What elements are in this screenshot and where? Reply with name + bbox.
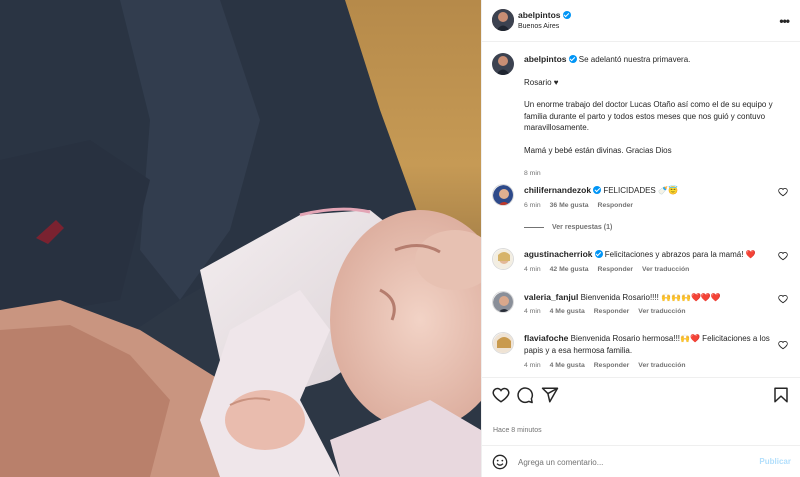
publish-button[interactable]: Publicar xyxy=(759,457,791,466)
verified-badge-icon xyxy=(562,11,571,19)
like-comment-heart-icon[interactable] xyxy=(778,340,788,350)
verified-badge-icon xyxy=(594,250,603,258)
author-avatar[interactable] xyxy=(492,9,514,31)
avatar-image xyxy=(492,9,514,31)
post-photo[interactable] xyxy=(0,0,481,477)
newborn-photo-image xyxy=(0,0,481,477)
posted-time: Hace 8 minutos xyxy=(493,427,542,434)
avatar-image xyxy=(492,53,514,75)
avatar-image xyxy=(493,333,513,353)
verified-badge-icon xyxy=(593,186,602,194)
comment-input[interactable] xyxy=(518,454,738,470)
heart-icon[interactable] xyxy=(492,386,510,404)
avatar-image xyxy=(493,292,513,312)
reply-button[interactable]: Responder xyxy=(594,308,630,315)
caption-text: abelpintos Se adelantó nuestra primavera… xyxy=(524,54,774,156)
comment-body: Bienvenida Rosario!!!! 🙌🙌🙌❤️❤️❤️ xyxy=(580,293,721,302)
caption-username[interactable]: abelpintos xyxy=(524,54,567,64)
like-comment-heart-icon[interactable] xyxy=(778,294,788,304)
more-horizontal-icon[interactable]: ••• xyxy=(779,14,790,28)
commenter-avatar[interactable] xyxy=(492,291,514,313)
post-location[interactable]: Buenos Aires xyxy=(518,23,559,30)
comment-icon[interactable] xyxy=(516,386,534,404)
like-comment-heart-icon[interactable] xyxy=(778,251,788,261)
translate-button[interactable]: Ver traducción xyxy=(638,362,685,369)
caption-line-4: Mamá y bebé están divinas. Gracias Dios xyxy=(524,145,672,155)
caption-line-3: Un enorme trabajo del doctor Lucas Otaño… xyxy=(524,100,773,132)
avatar-image xyxy=(493,185,513,205)
translate-button[interactable]: Ver traducción xyxy=(638,308,685,315)
comment-time: 6 min xyxy=(524,202,541,209)
comment-time: 4 min xyxy=(524,308,541,315)
comment-item: flaviafoche Bienvenida Rosario hermosa!!… xyxy=(492,332,792,376)
comment-body: FELICIDADES 🍼😇 xyxy=(603,186,678,195)
caption-line-2: Rosario ♥ xyxy=(524,77,559,87)
comment-likes[interactable]: 4 Me gusta xyxy=(550,362,585,369)
like-comment-heart-icon[interactable] xyxy=(778,187,788,197)
post-side-panel: abelpintos Buenos Aires ••• abelpintos S… xyxy=(481,0,800,477)
commenter-avatar[interactable] xyxy=(492,332,514,354)
view-replies-button[interactable]: Ver respuestas (1) xyxy=(524,224,612,231)
commenter-username[interactable]: agustinacherriok xyxy=(524,249,593,259)
comment-likes[interactable]: 4 Me gusta xyxy=(550,308,585,315)
caption-time: 8 min xyxy=(524,170,541,177)
reply-button[interactable]: Responder xyxy=(598,266,634,273)
commenter-avatar[interactable] xyxy=(492,184,514,206)
commenter-avatar[interactable] xyxy=(492,248,514,270)
author-name-row: abelpintos xyxy=(518,10,571,20)
bookmark-icon[interactable] xyxy=(772,386,790,404)
replies-divider xyxy=(524,226,544,228)
comment-text: valeria_fanjul Bienvenida Rosario!!!! 🙌🙌… xyxy=(524,292,774,304)
comment-meta: 6 min 36 Me gusta Responder xyxy=(524,202,642,209)
comment-text: agustinacherriok Felicitaciones y abrazo… xyxy=(524,249,774,261)
emoji-icon[interactable] xyxy=(492,454,508,470)
view-replies-label: Ver respuestas (1) xyxy=(552,224,613,231)
share-icon[interactable] xyxy=(541,386,559,404)
comment-likes[interactable]: 42 Me gusta xyxy=(550,266,589,273)
reply-button[interactable]: Responder xyxy=(598,202,634,209)
comment-meta: 4 min 42 Me gusta Responder Ver traducción xyxy=(524,266,698,273)
comment-time: 4 min xyxy=(524,362,541,369)
translate-button[interactable]: Ver traducción xyxy=(642,266,689,273)
add-comment-bar: Publicar xyxy=(482,445,800,477)
comment-time: 4 min xyxy=(524,266,541,273)
commenter-username[interactable]: valeria_fanjul xyxy=(524,292,578,302)
post-actions-bar: Hace 8 minutos xyxy=(482,377,800,445)
comment-item: agustinacherriok Felicitaciones y abrazo… xyxy=(492,248,792,288)
commenter-username[interactable]: flaviafoche xyxy=(524,333,568,343)
comment-likes[interactable]: 36 Me gusta xyxy=(550,202,589,209)
post-header: abelpintos Buenos Aires ••• xyxy=(482,0,800,42)
verified-badge-icon xyxy=(568,55,577,63)
caption-avatar[interactable] xyxy=(492,53,514,75)
comment-meta: 4 min 4 Me gusta Responder Ver traducción xyxy=(524,308,695,315)
comment-body: Felicitaciones y abrazos para la mamá! ❤… xyxy=(604,250,756,259)
comment-item: chilifernandezok FELICIDADES 🍼😇 6 min 36 … xyxy=(492,184,792,224)
comment-item: valeria_fanjul Bienvenida Rosario!!!! 🙌🙌… xyxy=(492,291,792,331)
avatar-image xyxy=(493,249,513,269)
comment-meta: 4 min 4 Me gusta Responder Ver traducción xyxy=(524,362,695,369)
commenter-username[interactable]: chilifernandezok xyxy=(524,185,591,195)
comment-text: chilifernandezok FELICIDADES 🍼😇 xyxy=(524,185,774,197)
reply-button[interactable]: Responder xyxy=(594,362,630,369)
caption-line-1: Se adelantó nuestra primavera. xyxy=(578,55,691,64)
post-modal: abelpintos Buenos Aires ••• abelpintos S… xyxy=(0,0,800,477)
comments-list[interactable]: abelpintos Se adelantó nuestra primavera… xyxy=(482,43,800,377)
author-username[interactable]: abelpintos xyxy=(518,10,561,20)
comment-text: flaviafoche Bienvenida Rosario hermosa!!… xyxy=(524,333,774,356)
caption-block: abelpintos Se adelantó nuestra primavera… xyxy=(492,53,792,177)
